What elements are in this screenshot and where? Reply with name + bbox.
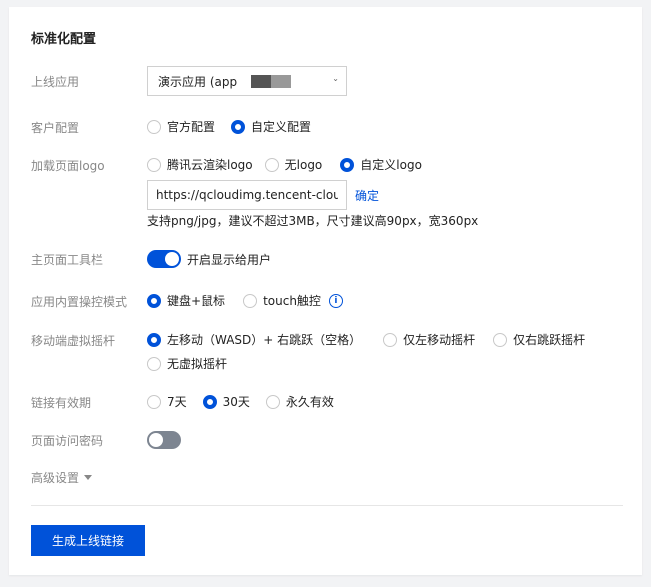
control-mode-label: 应用内置操控模式	[31, 295, 128, 309]
virtual-joystick-radio-group: 左移动（WASD）+ 右跳跃（空格） 仅左移动摇杆 仅右跳跃摇杆	[147, 331, 585, 348]
toolbar-row: 开启显示给用户	[147, 250, 271, 268]
radio-icon	[147, 394, 161, 409]
radio-icon	[147, 157, 161, 172]
radio-icon	[264, 157, 279, 172]
radio-no-joystick[interactable]: 无虚拟摇杆	[147, 355, 227, 372]
toggle-knob	[149, 433, 163, 447]
virtual-joystick-label: 移动端虚拟摇杆	[31, 334, 116, 348]
radio-icon	[265, 394, 280, 409]
online-app-select[interactable]: 演示应用 (app ⌄	[147, 66, 347, 96]
chevron-down-icon: ⌄	[332, 74, 339, 83]
radio-official-config[interactable]: 官方配置	[147, 118, 215, 135]
radio-checked-icon	[340, 157, 355, 172]
online-app-label: 上线应用	[31, 75, 80, 89]
redacted-block	[251, 74, 292, 88]
toolbar-toggle[interactable]	[147, 250, 181, 268]
radio-checked-icon	[147, 332, 161, 347]
link-validity-label: 链接有效期	[31, 396, 92, 410]
radio-right-only[interactable]: 仅右跳跃摇杆	[493, 331, 585, 348]
toggle-knob	[165, 252, 179, 266]
radio-permanent[interactable]: 永久有效	[265, 393, 334, 410]
online-app-value: 演示应用 (app	[158, 74, 238, 89]
section-title: 标准化配置	[31, 32, 97, 47]
radio-left-move-right-jump[interactable]: 左移动（WASD）+ 右跳跃（空格）	[147, 331, 361, 348]
password-toggle[interactable]	[147, 431, 181, 449]
radio-checked-icon	[147, 293, 161, 308]
toolbar-toggle-text: 开启显示给用户	[187, 252, 272, 267]
control-mode-radio-group: 键盘+鼠标 touch触控 i	[147, 292, 343, 309]
radio-checked-icon	[231, 119, 246, 134]
radio-custom-logo[interactable]: 自定义logo	[340, 156, 422, 173]
radio-7-days[interactable]: 7天	[147, 393, 187, 410]
logo-upload-hint: 支持png/jpg，建议不超过3MB，尺寸建议高90px，宽360px	[147, 214, 479, 228]
radio-left-only[interactable]: 仅左移动摇杆	[383, 331, 475, 348]
logo-url-input[interactable]: https://qcloudimg.tencent-cloud.c	[147, 180, 347, 210]
radio-touch[interactable]: touch触控	[243, 292, 321, 309]
radio-icon	[383, 332, 398, 347]
advanced-settings-toggle[interactable]: 高级设置	[31, 469, 93, 486]
generate-link-button[interactable]: 生成上线链接	[31, 525, 145, 556]
client-config-radio-group: 官方配置 自定义配置	[147, 118, 311, 135]
radio-checked-icon	[202, 394, 217, 409]
radio-30-days[interactable]: 30天	[202, 393, 250, 410]
radio-keyboard-mouse[interactable]: 键盘+鼠标	[147, 292, 225, 309]
link-validity-radio-group: 7天 30天 永久有效	[147, 393, 334, 410]
divider	[31, 505, 623, 506]
radio-icon	[243, 293, 258, 308]
loading-logo-label: 加载页面logo	[31, 159, 105, 173]
password-row	[147, 431, 187, 449]
radio-icon	[147, 119, 161, 134]
caret-down-icon	[84, 475, 93, 480]
info-icon[interactable]: i	[328, 293, 343, 308]
radio-icon	[493, 332, 508, 347]
toolbar-label: 主页面工具栏	[31, 253, 104, 267]
virtual-joystick-radio-group-2: 无虚拟摇杆	[147, 355, 227, 372]
client-config-label: 客户配置	[31, 121, 80, 135]
radio-custom-config[interactable]: 自定义配置	[231, 118, 311, 135]
radio-icon	[147, 356, 161, 371]
standard-config-card: 标准化配置 上线应用 演示应用 (app ⌄ 客户配置 官方配置 自定义配置 加…	[9, 7, 642, 575]
loading-logo-radio-group: 腾讯云渲染logo 无logo 自定义logo	[147, 156, 422, 173]
radio-no-logo[interactable]: 无logo	[264, 156, 322, 173]
password-label: 页面访问密码	[31, 434, 104, 448]
confirm-link[interactable]: 确定	[355, 187, 379, 204]
radio-tencent-logo[interactable]: 腾讯云渲染logo	[147, 156, 253, 173]
